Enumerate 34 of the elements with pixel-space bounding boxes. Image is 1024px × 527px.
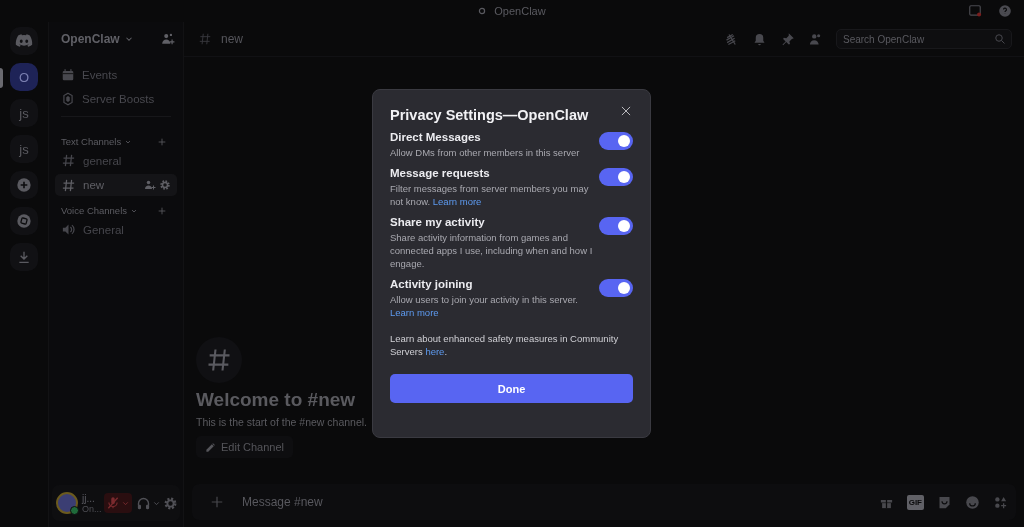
window-title: OpenClaw — [494, 5, 546, 17]
username: jj... — [82, 492, 96, 504]
setting-description: Share activity information from games and connected apps I use, including when and how I engage. — [390, 231, 594, 270]
edit-channel-button[interactable]: Edit Channel — [196, 436, 293, 458]
channel-name: new — [221, 32, 243, 46]
server-icon[interactable]: js — [10, 99, 38, 127]
search-field[interactable]: Search OpenClaw — [836, 29, 1012, 49]
setting-label: Activity joining — [390, 278, 474, 290]
safety-note: Learn about enhanced safety measures in Community Servers here. — [390, 332, 620, 358]
learn-more-link[interactable]: Learn more — [390, 307, 439, 318]
category-header[interactable]: Voice Channels — [61, 205, 139, 216]
setting-description: Allow users to join your activity in this server. Learn more — [390, 293, 579, 319]
message-field[interactable]: Message #new GIF — [192, 484, 1016, 520]
welcome-heading: Welcome to #new — [196, 389, 356, 411]
category-header[interactable]: Text Channels — [61, 136, 133, 147]
server-icon[interactable]: O — [10, 63, 38, 91]
dialog-title: Privacy Settings—OpenClaw — [390, 107, 589, 123]
welcome-text: This is the start of the #new channel. — [196, 416, 367, 428]
channel-item[interactable]: General — [55, 219, 177, 240]
setting-label: Share my activity — [390, 216, 486, 228]
setting-label: Direct Messages — [390, 131, 482, 143]
server-icon[interactable]: js — [10, 135, 38, 163]
channel-item[interactable]: new — [55, 174, 177, 196]
channel-item[interactable]: general — [55, 150, 177, 171]
setting-description: Filter messages from server members you may not know. Learn more — [390, 182, 590, 208]
server-name[interactable]: OpenClaw — [61, 32, 120, 46]
learn-more-link[interactable]: Learn more — [432, 196, 482, 207]
user-status: On... — [82, 503, 102, 514]
setting-label: Message requests — [390, 167, 491, 179]
gif-button[interactable]: GIF — [906, 494, 924, 510]
setting-description: Allow DMs from other members in this server — [390, 146, 581, 159]
sidebar-item[interactable]: Server Boosts — [55, 88, 177, 109]
sidebar-item[interactable]: Events — [55, 64, 177, 85]
done-button[interactable]: Done — [390, 374, 633, 403]
